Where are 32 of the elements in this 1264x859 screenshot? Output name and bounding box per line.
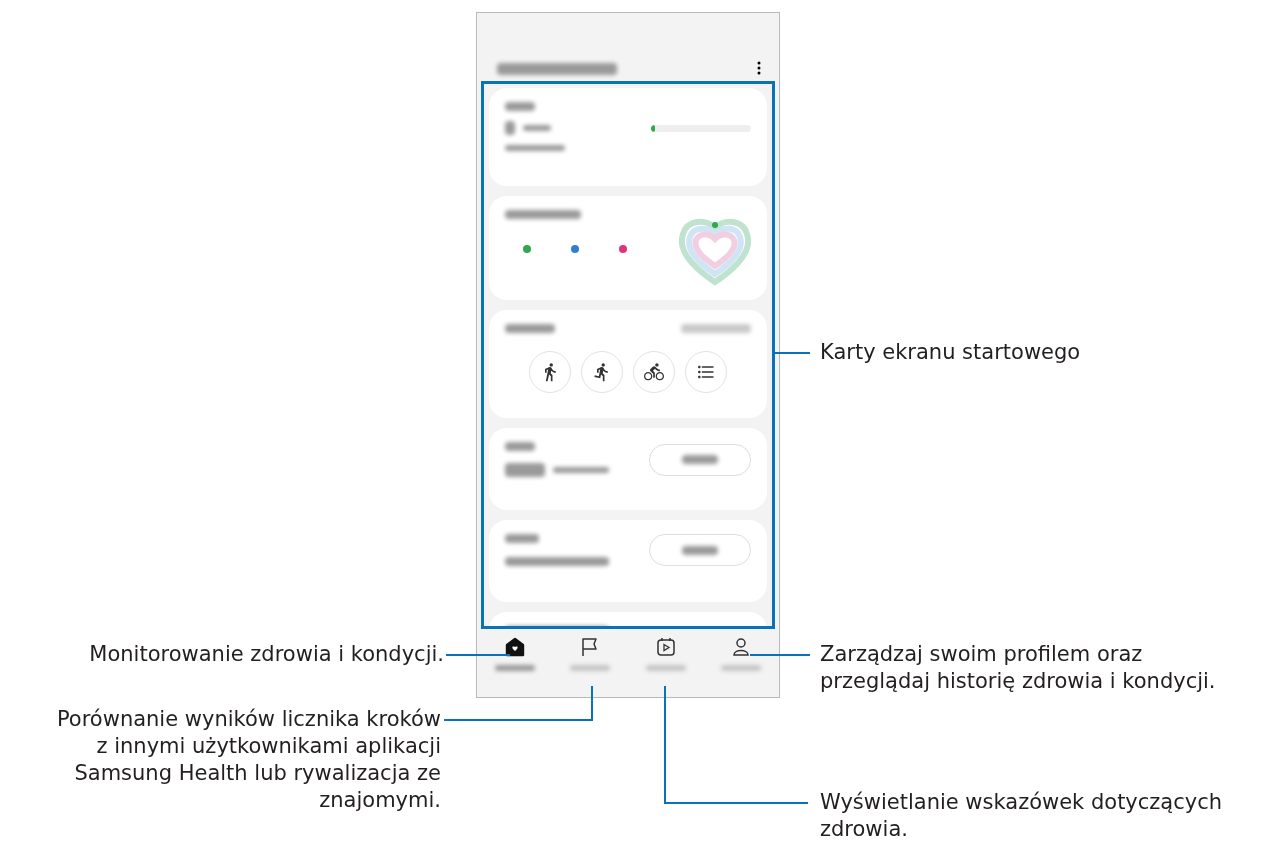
blurred-label [494, 665, 535, 671]
blurred-text [505, 324, 555, 333]
blurred-label [721, 665, 762, 671]
blurred-label [645, 665, 686, 671]
activity-icon [571, 245, 579, 253]
leader-line [749, 654, 811, 656]
blurred-text [553, 467, 609, 473]
blurred-text [505, 534, 539, 543]
activity-icon [523, 245, 531, 253]
home-icon [504, 637, 525, 657]
cyclist-icon [644, 362, 664, 382]
callout-text: Monitorowanie zdrowia i kondycji. [89, 641, 444, 668]
blurred-label [570, 665, 611, 671]
blurred-text [505, 121, 515, 135]
blurred-text [682, 545, 718, 555]
callout-text: Wyświetlanie wskazówek dotyczących zdrowia. [820, 789, 1223, 843]
blurred-text [505, 442, 535, 451]
blurred-text [523, 125, 551, 131]
blurred-text [505, 463, 545, 477]
callout-text: Karty ekranu startowego [820, 339, 1081, 366]
activity-icon [619, 245, 627, 253]
blurred-text [505, 102, 535, 111]
more-options-icon[interactable] [757, 61, 761, 75]
callout-text: Porównanie wyników licznika kroków z innymi użytkownikami aplikacji Samsung Health lub rywalizacja ze znajomymi. [56, 706, 441, 814]
person-icon [732, 637, 751, 657]
blurred-text [505, 145, 565, 151]
calendar-play-icon [655, 637, 676, 657]
flag-icon [581, 637, 600, 657]
blurred-text [682, 455, 718, 464]
leader-line [445, 654, 511, 656]
blurred-text [681, 324, 751, 333]
callout-text: Zarządzaj swoim profilem oraz przeglądaj historię zdrowia i kondycji. [820, 641, 1216, 695]
